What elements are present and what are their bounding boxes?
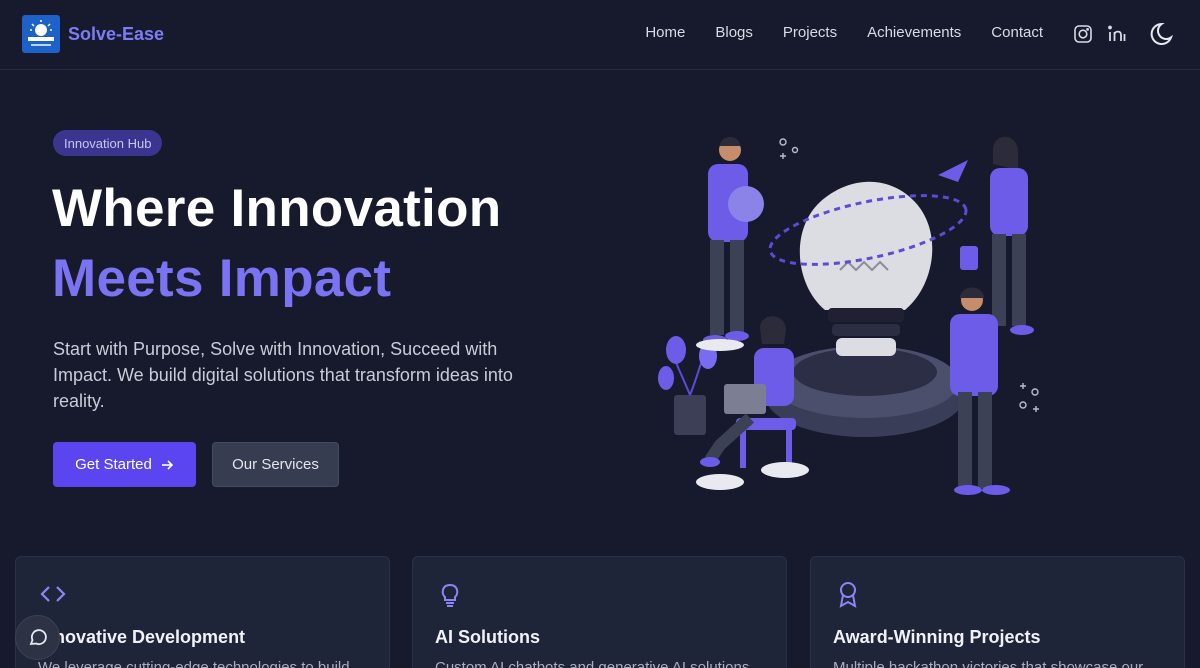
feature-title: Award-Winning Projects: [833, 627, 1041, 647]
get-started-button[interactable]: Get Started: [53, 442, 196, 487]
feature-card-awards[interactable]: Award-Winning Projects Multiple hackatho…: [810, 556, 1185, 668]
navbar: Solve-Ease Home Blogs Projects Achieveme…: [0, 0, 1200, 70]
hero-badge: Innovation Hub: [53, 130, 163, 156]
hero-description: Start with Purpose, Solve with Innovatio…: [53, 339, 513, 411]
arrow-right-icon: [160, 458, 174, 472]
feature-desc: We leverage cutting-edge technologies to…: [38, 659, 350, 668]
hero-headline-line1: Where Innovation: [52, 179, 502, 238]
nav-home[interactable]: Home: [645, 24, 685, 41]
feature-card-ai[interactable]: AI Solutions Custom AI chatbots and gene…: [412, 556, 787, 668]
nav-contact[interactable]: Contact: [991, 24, 1043, 41]
logo-icon: [22, 15, 60, 53]
feature-card-development[interactable]: Innovative Development We leverage cutti…: [15, 556, 390, 668]
get-started-label: Get Started: [75, 456, 152, 473]
nav-links: Home Blogs Projects Achievements Contact: [615, 24, 1043, 41]
moon-icon[interactable]: [1149, 20, 1177, 53]
feature-desc: Custom AI chatbots and generative AI sol…: [435, 659, 750, 668]
our-services-button[interactable]: Our Services: [212, 442, 339, 487]
lightbulb-icon: [435, 579, 465, 614]
instagram-icon[interactable]: [1073, 24, 1093, 49]
nav-projects[interactable]: Projects: [783, 24, 837, 41]
nav-blogs[interactable]: Blogs: [715, 24, 753, 41]
brand-logo[interactable]: Solve-Ease: [22, 15, 164, 53]
chat-button[interactable]: [15, 615, 60, 660]
award-icon: [833, 579, 863, 614]
brand-name: Solve-Ease: [68, 23, 165, 44]
hero-headline-line2: Meets Impact: [52, 249, 392, 308]
feature-title: AI Solutions: [435, 627, 540, 647]
feature-desc: Multiple hackathon victories that showca…: [833, 659, 1144, 668]
feature-title: Innovative Development: [38, 627, 246, 647]
nav-icons: [1070, 20, 1177, 53]
code-icon: [38, 579, 68, 614]
linkedin-icon[interactable]: [1107, 24, 1127, 49]
hero-illustration: [650, 120, 1070, 510]
chat-bubble-icon: [27, 627, 49, 649]
nav-achievements[interactable]: Achievements: [867, 24, 961, 41]
